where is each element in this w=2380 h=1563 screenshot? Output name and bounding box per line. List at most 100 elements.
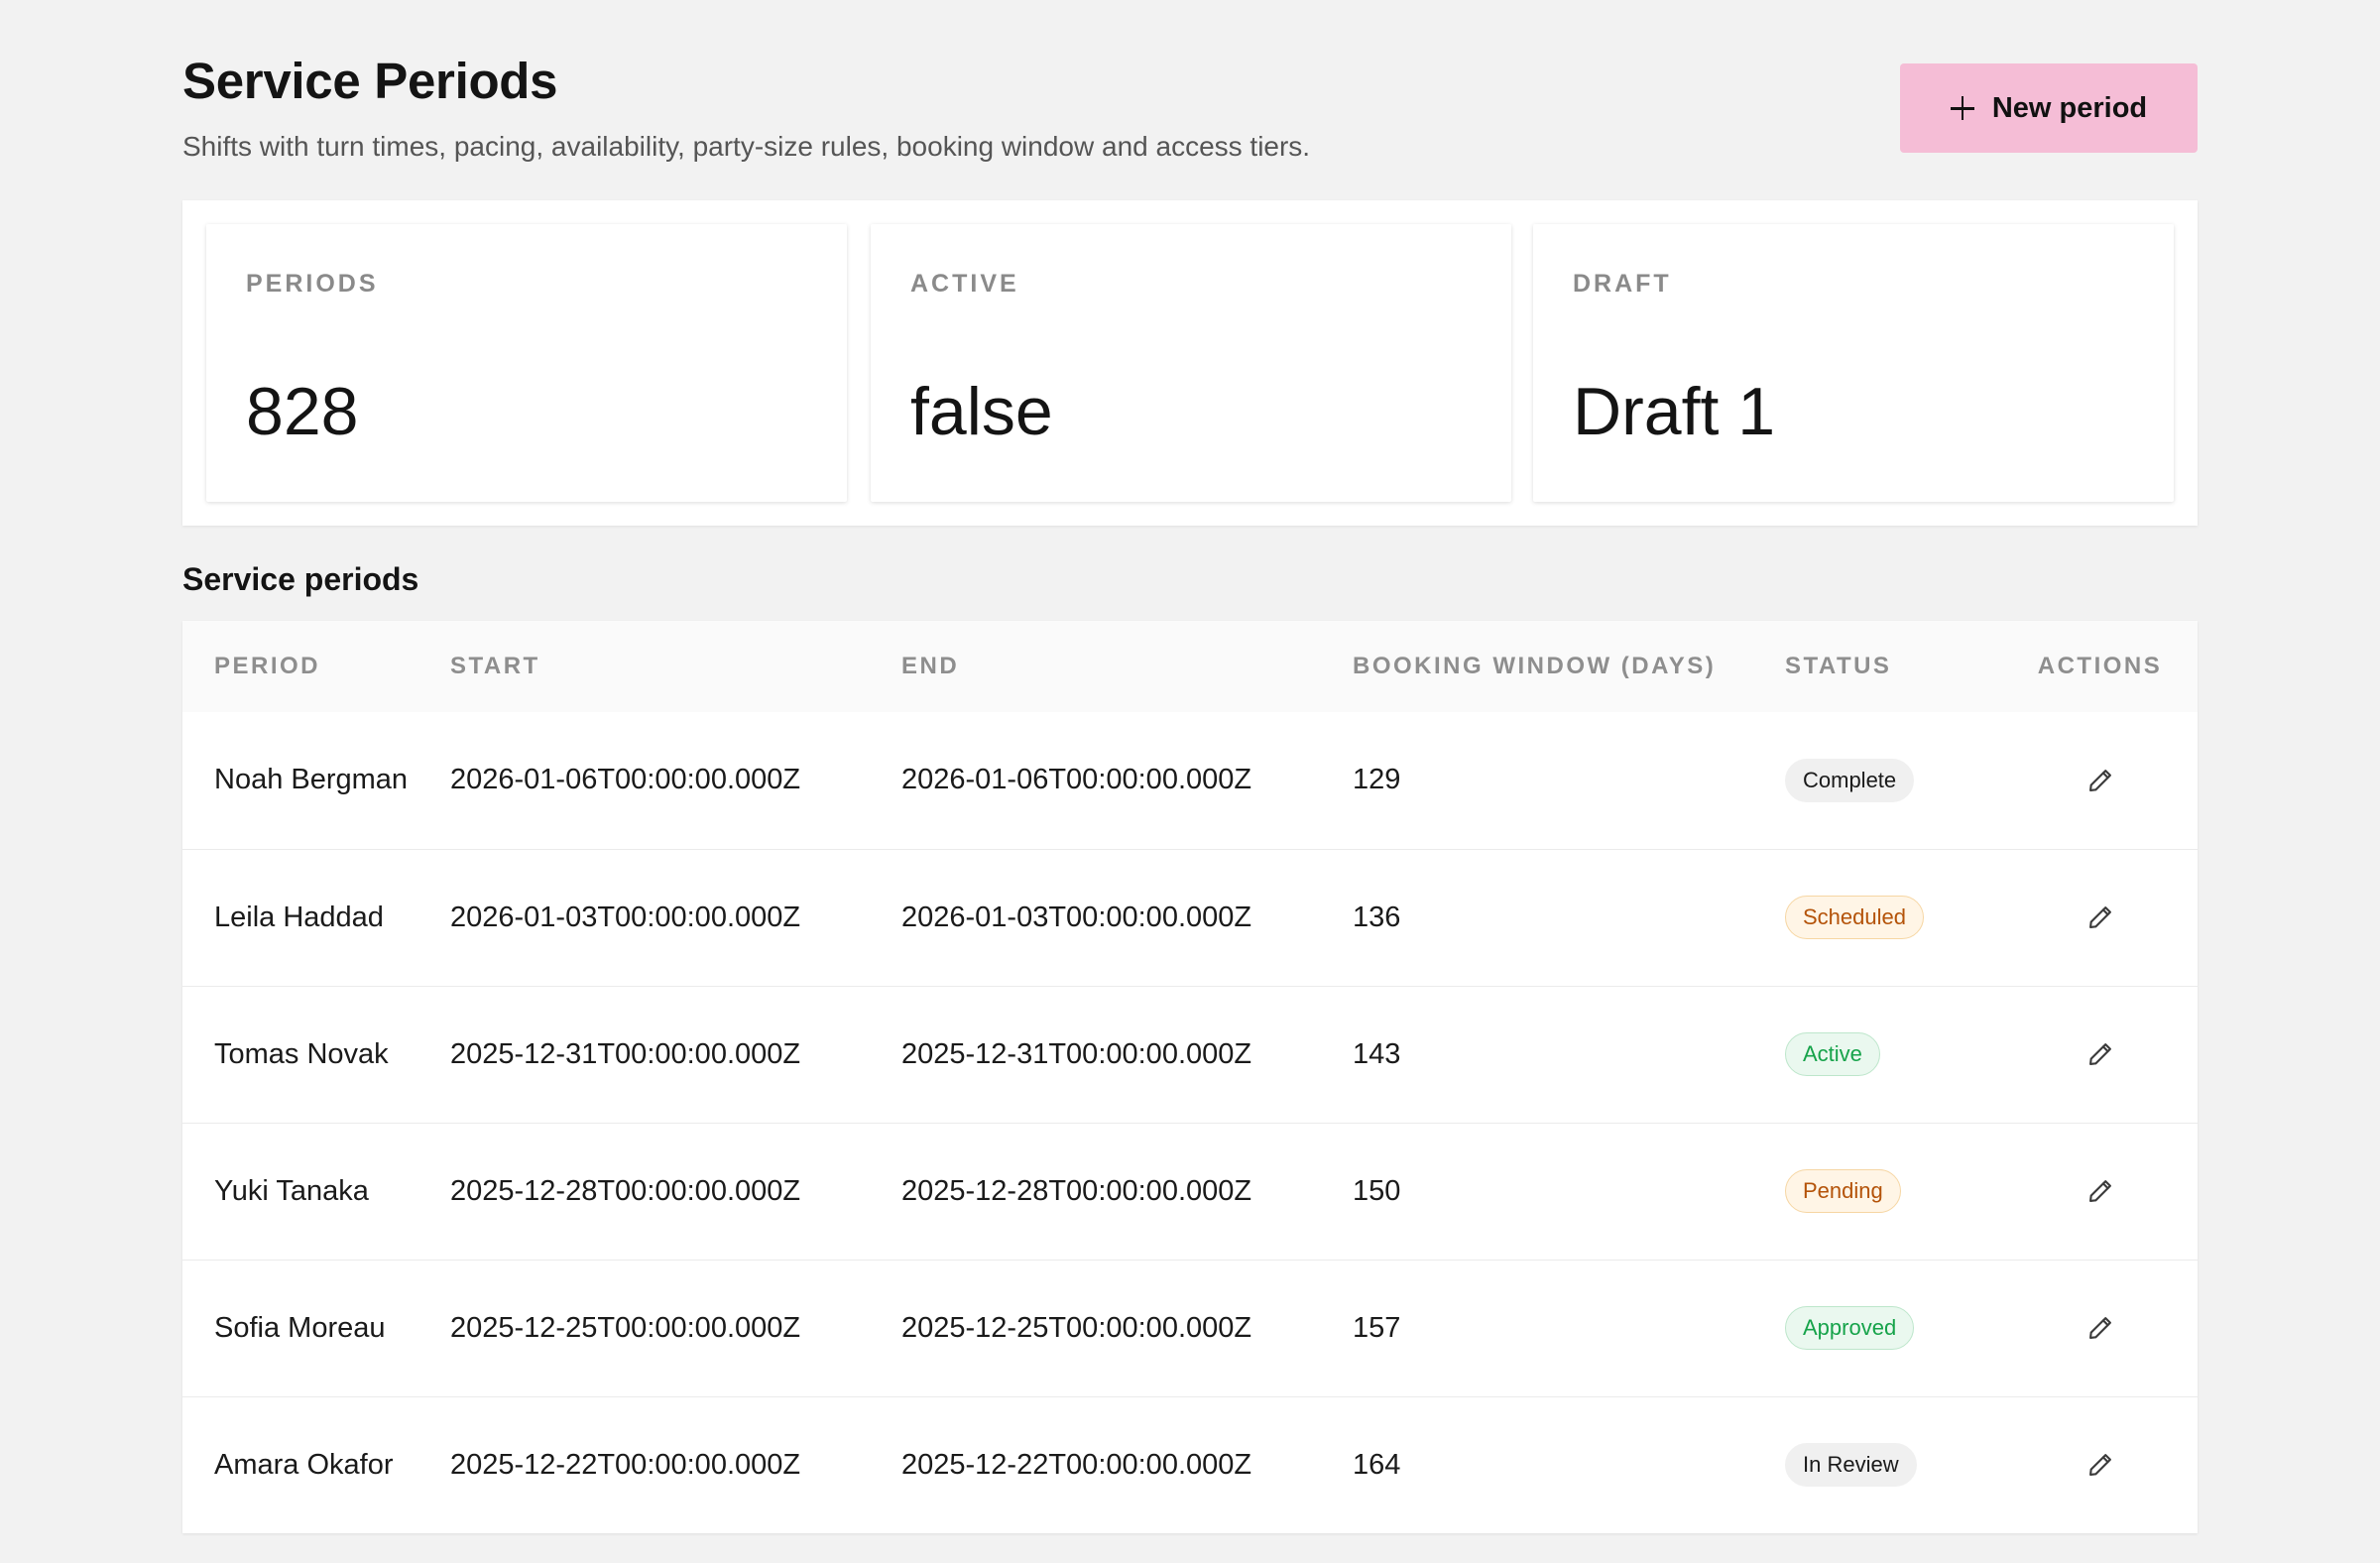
booking-window-value: 129: [1353, 764, 1401, 796]
page-header: Service Periods Shifts with turn times, …: [182, 0, 2198, 198]
cell-period: Yuki Tanaka: [182, 1123, 450, 1260]
column-header-actions: ACTIONS: [2037, 653, 2163, 679]
edit-button[interactable]: [2079, 759, 2122, 802]
start-value: 2025-12-25T00:00:00.000Z: [450, 1311, 801, 1344]
cell-status: Pending: [1785, 1123, 2002, 1260]
pencil-icon: [2088, 1043, 2111, 1065]
column-header-booking-window[interactable]: BOOKING WINDOW (DAYS): [1353, 621, 1785, 712]
cell-status: Complete: [1785, 712, 2002, 849]
column-header-start[interactable]: START: [450, 621, 901, 712]
status-badge: Active: [1785, 1031, 1880, 1077]
cell-period: Leila Haddad: [182, 849, 450, 986]
stat-card-active: ACTIVE false: [871, 224, 1511, 502]
edit-button[interactable]: [2079, 1443, 2122, 1487]
booking-window-value: 157: [1353, 1311, 1401, 1344]
end-value: 2026-01-03T00:00:00.000Z: [901, 901, 1252, 933]
service-periods-table: PERIOD START END BOOKING WINDOW (DAYS) S…: [182, 621, 2198, 1533]
cell-booking-window: 157: [1353, 1260, 1785, 1396]
end-value: 2025-12-22T00:00:00.000Z: [901, 1448, 1252, 1481]
cell-booking-window: 129: [1353, 712, 1785, 849]
status-badge: Pending: [1785, 1168, 1901, 1214]
stat-value: 828: [246, 374, 359, 449]
cell-end: 2025-12-25T00:00:00.000Z: [901, 1260, 1353, 1396]
period-name: Yuki Tanaka: [214, 1174, 369, 1207]
stat-label: DRAFT: [1573, 270, 1672, 298]
table-body: Noah Bergman 2026-01-06T00:00:00.000Z 20…: [182, 712, 2198, 1533]
start-value: 2025-12-22T00:00:00.000Z: [450, 1448, 801, 1481]
period-name: Leila Haddad: [214, 901, 384, 933]
new-period-button[interactable]: New period: [1900, 63, 2198, 153]
start-value: 2026-01-03T00:00:00.000Z: [450, 901, 801, 933]
cell-period: Sofia Moreau: [182, 1260, 450, 1396]
booking-window-value: 150: [1353, 1174, 1401, 1207]
end-value: 2025-12-28T00:00:00.000Z: [901, 1174, 1252, 1207]
booking-window-value: 136: [1353, 901, 1401, 933]
start-value: 2025-12-31T00:00:00.000Z: [450, 1037, 801, 1070]
period-name: Noah Bergman: [214, 764, 409, 796]
column-header-period[interactable]: PERIOD: [182, 621, 450, 712]
table-row[interactable]: Amara Okafor 2025-12-22T00:00:00.000Z 20…: [182, 1396, 2198, 1533]
booking-window-value: 164: [1353, 1448, 1401, 1481]
cell-period: Noah Bergman: [182, 712, 450, 849]
table-header-row: PERIOD START END BOOKING WINDOW (DAYS) S…: [182, 621, 2198, 712]
cell-start: 2025-12-28T00:00:00.000Z: [450, 1123, 901, 1260]
period-name: Sofia Moreau: [214, 1311, 386, 1344]
stat-card-draft: DRAFT Draft 1: [1533, 224, 2174, 502]
cell-actions: [2002, 849, 2198, 986]
status-badge: Approved: [1785, 1305, 1915, 1351]
cell-end: 2026-01-06T00:00:00.000Z: [901, 712, 1353, 849]
edit-button[interactable]: [2079, 1306, 2122, 1350]
pencil-icon: [2088, 1454, 2111, 1477]
cell-period: Tomas Novak: [182, 986, 450, 1123]
page-title: Service Periods: [182, 53, 558, 109]
cell-end: 2025-12-28T00:00:00.000Z: [901, 1123, 1353, 1260]
column-header-status[interactable]: STATUS: [1785, 621, 2002, 712]
edit-button[interactable]: [2079, 1032, 2122, 1076]
stat-label: PERIODS: [246, 270, 379, 298]
cell-actions: [2002, 1396, 2198, 1533]
stat-label: ACTIVE: [910, 270, 1019, 298]
section-title: Service periods: [182, 561, 419, 597]
page-subtitle: Shifts with turn times, pacing, availabi…: [182, 131, 1311, 162]
end-value: 2026-01-06T00:00:00.000Z: [901, 764, 1252, 796]
cell-start: 2025-12-22T00:00:00.000Z: [450, 1396, 901, 1533]
end-value: 2025-12-25T00:00:00.000Z: [901, 1311, 1252, 1344]
cell-period: Amara Okafor: [182, 1396, 450, 1533]
cell-booking-window: 136: [1353, 849, 1785, 986]
table-row[interactable]: Tomas Novak 2025-12-31T00:00:00.000Z 202…: [182, 986, 2198, 1123]
cell-booking-window: 143: [1353, 986, 1785, 1123]
page-container: Service Periods Shifts with turn times, …: [182, 0, 2198, 1533]
period-name: Tomas Novak: [214, 1037, 389, 1070]
cell-end: 2026-01-03T00:00:00.000Z: [901, 849, 1353, 986]
cell-status: Scheduled: [1785, 849, 2002, 986]
cell-end: 2025-12-22T00:00:00.000Z: [901, 1396, 1353, 1533]
edit-button[interactable]: [2079, 1169, 2122, 1213]
stat-value: Draft 1: [1573, 374, 1776, 449]
pencil-icon: [2088, 1317, 2111, 1339]
start-value: 2025-12-28T00:00:00.000Z: [450, 1174, 801, 1207]
pencil-icon: [2088, 906, 2111, 928]
cell-start: 2026-01-03T00:00:00.000Z: [450, 849, 901, 986]
cell-booking-window: 164: [1353, 1396, 1785, 1533]
cell-status: Active: [1785, 986, 2002, 1123]
table-row[interactable]: Leila Haddad 2026-01-03T00:00:00.000Z 20…: [182, 849, 2198, 986]
table-row[interactable]: Noah Bergman 2026-01-06T00:00:00.000Z 20…: [182, 712, 2198, 849]
cell-end: 2025-12-31T00:00:00.000Z: [901, 986, 1353, 1123]
column-header-end[interactable]: END: [901, 621, 1353, 712]
table-row[interactable]: Sofia Moreau 2025-12-25T00:00:00.000Z 20…: [182, 1260, 2198, 1396]
pencil-icon: [2088, 769, 2111, 791]
stat-value: false: [910, 374, 1053, 449]
end-value: 2025-12-31T00:00:00.000Z: [901, 1037, 1252, 1070]
new-period-button-label: New period: [1991, 91, 2148, 124]
cell-status: In Review: [1785, 1396, 2002, 1533]
period-name: Amara Okafor: [214, 1448, 394, 1481]
cell-start: 2025-12-25T00:00:00.000Z: [450, 1260, 901, 1396]
cell-booking-window: 150: [1353, 1123, 1785, 1260]
edit-button[interactable]: [2079, 896, 2122, 939]
table-row[interactable]: Yuki Tanaka 2025-12-28T00:00:00.000Z 202…: [182, 1123, 2198, 1260]
booking-window-value: 143: [1353, 1037, 1401, 1070]
stats-panel: PERIODS 828 ACTIVE false DRAFT Draft 1: [182, 200, 2198, 526]
cell-start: 2026-01-06T00:00:00.000Z: [450, 712, 901, 849]
status-badge: Scheduled: [1785, 895, 1924, 940]
stat-card-periods: PERIODS 828: [206, 224, 847, 502]
